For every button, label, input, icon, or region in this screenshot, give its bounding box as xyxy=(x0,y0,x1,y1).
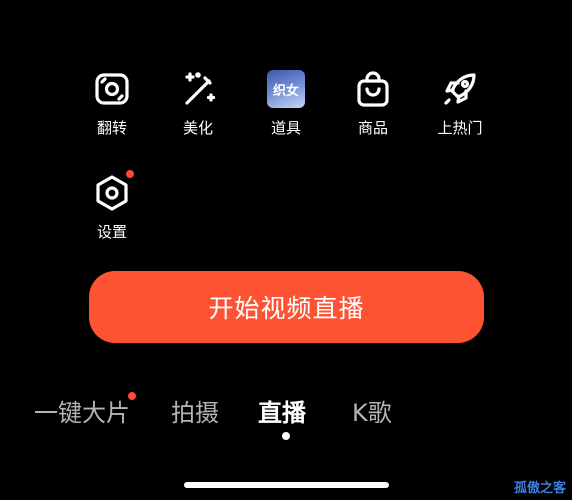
active-tab-indicator xyxy=(282,432,290,440)
rocket-icon xyxy=(438,67,482,111)
settings-hexagon-icon xyxy=(90,170,134,215)
tab-karaoke[interactable]: K歌 xyxy=(352,393,392,428)
start-live-button[interactable]: 开始视频直播 xyxy=(89,271,484,343)
props-button[interactable]: 织女 道具 xyxy=(251,67,321,147)
tab-one-click-blockbuster[interactable]: 一键大片 xyxy=(34,393,130,428)
flip-label: 翻转 xyxy=(96,119,127,137)
flip-camera-button[interactable]: 翻转 xyxy=(77,67,147,147)
tab-badge-dot xyxy=(128,392,136,400)
products-button[interactable]: 商品 xyxy=(338,67,408,147)
tab-shoot[interactable]: 拍摄 xyxy=(171,393,219,428)
tab-live[interactable]: 直播 xyxy=(258,393,306,428)
watermark: 孤傲之客 xyxy=(513,481,566,496)
settings-badge-dot xyxy=(126,170,134,178)
props-label: 道具 xyxy=(270,119,301,137)
beautify-label: 美化 xyxy=(182,119,213,137)
props-thumb-image: 织女 xyxy=(267,70,305,108)
home-indicator[interactable] xyxy=(184,482,389,488)
beautify-button[interactable]: 美化 xyxy=(163,67,233,147)
settings-label: 设置 xyxy=(96,223,127,241)
props-thumbnail: 织女 xyxy=(264,67,308,111)
trending-label: 上热门 xyxy=(437,119,483,137)
camera-flip-icon xyxy=(90,67,134,111)
trending-button[interactable]: 上热门 xyxy=(425,67,495,147)
magic-wand-icon xyxy=(176,67,220,111)
products-label: 商品 xyxy=(357,119,388,137)
settings-button[interactable]: 设置 xyxy=(77,170,147,251)
shopping-bag-icon xyxy=(351,67,395,111)
